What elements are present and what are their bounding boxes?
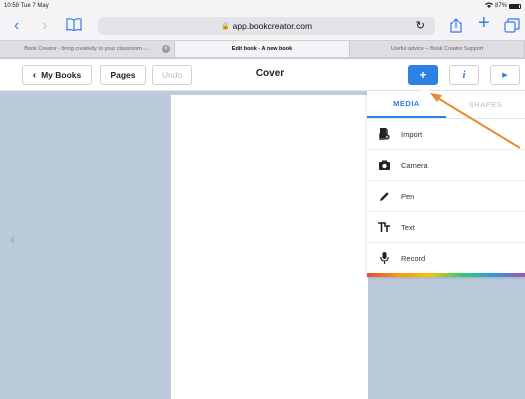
menu-item-label: Pen	[401, 191, 415, 201]
menu-item-label: Text	[401, 222, 415, 232]
menu-item-pen[interactable]: Pen	[367, 181, 525, 212]
my-books-button[interactable]: ‹ My Books	[22, 65, 92, 85]
menu-item-record[interactable]: Record	[367, 243, 525, 274]
new-tab-icon[interactable]: +	[478, 13, 490, 33]
tab-shapes[interactable]: SHAPES	[446, 91, 525, 118]
status-bar: 10:59 Tue 7 May 87%	[0, 0, 525, 12]
tab-label: Book Creator - bring creativity to your …	[24, 46, 150, 52]
menu-item-import[interactable]: Import	[367, 119, 525, 150]
tab-useful-advice[interactable]: Useful advice – Book Creator Support	[350, 41, 525, 57]
app-bar: ‹ My Books Pages Undo Cover + i ▶	[0, 59, 525, 91]
address-bar[interactable]: 🔒 app.bookcreator.com ↻	[98, 17, 435, 35]
share-icon[interactable]	[450, 18, 462, 38]
pages-button[interactable]: Pages	[100, 65, 146, 85]
chevron-left-icon: ‹	[32, 69, 37, 81]
battery-percent: 87%	[494, 3, 507, 9]
bookmarks-icon[interactable]	[66, 18, 82, 36]
browser-toolbar: ‹ › 🔒 app.bookcreator.com ↻ +	[0, 12, 525, 40]
text-icon	[367, 222, 401, 232]
tab-label: Useful advice – Book Creator Support	[390, 46, 484, 52]
status-right: 87%	[484, 2, 521, 10]
add-button[interactable]: +	[408, 65, 438, 85]
media-popover: MEDIA SHAPES Import Camera Pen Text Reco…	[367, 91, 525, 277]
menu-item-label: Record	[401, 253, 426, 263]
menu-item-label: Camera	[401, 160, 428, 170]
forward-icon[interactable]: ›	[42, 17, 47, 35]
wifi-icon	[484, 2, 493, 10]
chevron-left-icon[interactable]: ‹	[10, 231, 15, 249]
browser-tabs: Book Creator - bring creativity to your …	[0, 40, 525, 58]
page-title: Cover	[255, 68, 285, 79]
close-tab-icon[interactable]: ×	[162, 45, 170, 53]
camera-icon	[367, 160, 401, 170]
tab-edit-book[interactable]: Edit book - A new book	[175, 41, 350, 57]
my-books-label: My Books	[41, 70, 82, 80]
lock-icon: 🔒	[220, 23, 230, 30]
pen-icon	[367, 191, 401, 202]
status-time: 10:59 Tue 7 May	[4, 3, 49, 9]
tab-label: Edit book - A new book	[231, 46, 293, 52]
back-icon[interactable]: ‹	[14, 17, 19, 35]
import-icon	[367, 128, 401, 140]
microphone-icon	[367, 252, 401, 264]
popover-tabs: MEDIA SHAPES	[367, 91, 525, 119]
battery-icon	[509, 3, 521, 9]
menu-item-text[interactable]: Text	[367, 212, 525, 243]
rainbow-strip	[367, 273, 525, 277]
book-page[interactable]	[171, 95, 368, 399]
url-text: app.bookcreator.com	[232, 21, 313, 31]
undo-button[interactable]: Undo	[152, 65, 192, 85]
play-button[interactable]: ▶	[490, 65, 520, 85]
tab-book-creator-home[interactable]: Book Creator - bring creativity to your …	[0, 41, 175, 57]
info-button[interactable]: i	[449, 65, 479, 85]
menu-item-camera[interactable]: Camera	[367, 150, 525, 181]
tabs-icon[interactable]	[504, 18, 520, 38]
menu-item-label: Import	[401, 129, 423, 139]
tab-media[interactable]: MEDIA	[367, 91, 446, 118]
reload-icon[interactable]: ↻	[416, 19, 425, 32]
